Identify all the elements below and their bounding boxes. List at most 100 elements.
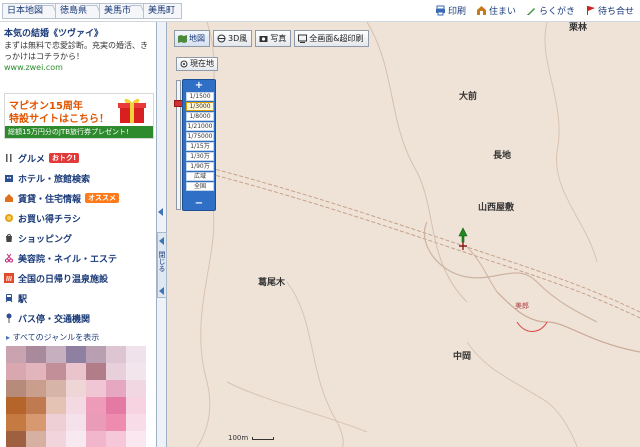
place-name-kuribayashi: 栗林 — [569, 23, 588, 33]
collapse-arrow-icon[interactable] — [158, 208, 163, 216]
mosaic-image — [6, 346, 146, 447]
printer-icon — [435, 5, 445, 16]
scale-option[interactable]: 1/75000 — [186, 132, 214, 141]
mosaic-tile — [106, 380, 126, 397]
ad-title[interactable]: 本気の結婚《ツヴァイ》 — [4, 26, 154, 39]
text-ad[interactable]: 本気の結婚《ツヴァイ》 まずは無料で恋愛診断。充実の婚活、きっかけはコチラから！… — [4, 26, 154, 72]
menu-station-label: 駅 — [18, 294, 28, 305]
ad-url[interactable]: www.zwei.com — [4, 63, 154, 72]
show-all-genres-link[interactable]: ▸ すべてのジャンルを表示 — [6, 332, 99, 343]
breadcrumb-prefecture[interactable]: 徳島県 — [55, 3, 100, 19]
breadcrumb-japan[interactable]: 日本地図 — [2, 3, 56, 19]
menu-rental[interactable]: 賃貸・住宅情報 オススメ — [4, 188, 154, 208]
menu-onsen[interactable]: 全国の日帰り温泉施設 — [4, 268, 154, 288]
mosaic-tile — [126, 397, 146, 414]
crosshair-icon — [180, 60, 188, 68]
mosaic-tile — [6, 380, 26, 397]
mosaic-tile — [66, 414, 86, 431]
menu-beauty-label: 美容院・ネイル・エステ — [18, 254, 118, 265]
scale-option[interactable]: 1/90万 — [186, 162, 214, 171]
collapse-sidebar-button[interactable]: 閉じる — [157, 232, 167, 298]
scale-option[interactable]: 1/8000 — [186, 112, 214, 121]
mosaic-tile — [106, 414, 126, 431]
menu-flyers[interactable]: お買い得チラシ — [4, 208, 154, 228]
bus-icon — [6, 313, 12, 323]
menu-gourmet[interactable]: グルメ おトク! — [4, 148, 154, 168]
mosaic-tile — [86, 346, 106, 363]
place-name-small: 美郎 — [515, 302, 529, 310]
mosaic-tile — [86, 431, 106, 447]
menu-rental-badge: オススメ — [85, 193, 120, 203]
scale-option[interactable]: 広域 — [186, 172, 214, 181]
map-view-button[interactable]: 地図 — [174, 30, 210, 47]
menu-hotel[interactable]: ホテル・旅館検索 — [4, 168, 154, 188]
scale-selector: + 1/1500 1/3000 1/8000 1/21000 1/75000 1/15万 1… — [182, 79, 216, 211]
photo-view-button[interactable]: 写真 — [255, 30, 292, 47]
current-location-button[interactable]: 現在地 — [176, 57, 218, 71]
mosaic-tile — [26, 431, 46, 447]
collapse-arrow-icon — [159, 237, 164, 245]
house-icon — [476, 6, 486, 15]
mosaic-tile — [46, 346, 66, 363]
mosaic-tile — [66, 397, 86, 414]
mosaic-tile — [6, 414, 26, 431]
top-links: 印刷 住まい らくがき 待ち合せ — [435, 4, 634, 17]
map-toolbar: 地図 3D風 写真 全画面&超印刷 — [174, 30, 369, 47]
ad-body: まずは無料で恋愛診断。充実の婚活、きっかけはコチラから！ — [4, 41, 148, 61]
menu-shopping[interactable]: ショッピング — [4, 228, 154, 248]
mosaic-tile — [86, 363, 106, 380]
mosaic-tile — [106, 431, 126, 447]
place-name-nagachi: 長地 — [493, 151, 512, 161]
mosaic-tile — [106, 346, 126, 363]
mosaic-tile — [46, 431, 66, 447]
scale-option[interactable]: 1/1500 — [186, 92, 214, 101]
menu-station[interactable]: 駅 — [4, 288, 154, 308]
mosaic-tile — [66, 363, 86, 380]
scale-option[interactable]: 1/3000 — [186, 102, 214, 111]
menu-flyers-label: お買い得チラシ — [18, 214, 81, 225]
sidebar: 本気の結婚《ツヴァイ》 まずは無料で恋愛診断。充実の婚活、きっかけはコチラから！… — [0, 22, 157, 447]
scale-option[interactable]: 1/21000 — [186, 122, 214, 131]
fullscreen-print-button[interactable]: 全画面&超印刷 — [294, 30, 369, 47]
meetup-label: 待ち合せ — [597, 7, 634, 17]
scale-option[interactable]: 全国 — [186, 182, 214, 191]
mosaic-tile — [46, 380, 66, 397]
graffiti-link[interactable]: らくがき — [526, 4, 575, 17]
breadcrumb: 日本地図 徳島県 美馬市 美馬町 — [2, 3, 183, 19]
print-link[interactable]: 印刷 — [435, 4, 466, 17]
scale-bar-line — [252, 436, 275, 440]
3d-view-button[interactable]: 3D風 — [213, 30, 253, 47]
knife-fork-icon — [6, 154, 12, 162]
zoom-in-button[interactable]: + — [185, 81, 213, 91]
scissors-icon — [5, 253, 13, 263]
photo-view-label: 写真 — [270, 34, 287, 43]
zoom-out-button[interactable]: − — [185, 199, 213, 209]
menu-bus[interactable]: バス停・交通機関 — [4, 308, 154, 328]
housing-link[interactable]: 住まい — [476, 4, 516, 17]
breadcrumb-city[interactable]: 美馬市 — [99, 3, 144, 19]
menu-onsen-label: 全国の日帰り温泉施設 — [18, 274, 109, 285]
map-icon — [178, 35, 187, 43]
map-canvas[interactable]: 栗林 大前 長地 山西屋敷 葛尾木 中岡 美郎 — [167, 22, 640, 447]
mosaic-tile — [26, 380, 46, 397]
coin-icon — [5, 214, 13, 222]
map-view-label: 地図 — [189, 34, 205, 43]
place-name-nakaoka: 中岡 — [453, 352, 472, 362]
3d-icon — [217, 34, 226, 43]
anniversary-banner[interactable]: マピオン15周年 特設サイトはこちら！ 総額15万円分のJTB旅行券プレゼント! — [4, 93, 154, 139]
scale-bar-label: 100m — [228, 434, 249, 442]
meetup-link[interactable]: 待ち合せ — [585, 4, 634, 17]
menu-beauty[interactable]: 美容院・ネイル・エステ — [4, 248, 154, 268]
flag-icon — [586, 6, 595, 15]
show-all-genres-label: すべてのジャンルを表示 — [12, 333, 100, 342]
breadcrumb-town: 美馬町 — [143, 3, 183, 19]
mosaic-tile — [126, 380, 146, 397]
mosaic-tile — [6, 431, 26, 447]
mosaic-tile — [66, 380, 86, 397]
shopping-icon — [6, 234, 12, 242]
scale-option[interactable]: 1/30万 — [186, 152, 214, 161]
current-location-label: 現在地 — [190, 59, 214, 68]
menu-gourmet-label: グルメ — [18, 154, 46, 165]
place-name-yamanishi-yashiki: 山西屋敷 — [478, 203, 515, 213]
scale-option[interactable]: 1/15万 — [186, 142, 214, 151]
